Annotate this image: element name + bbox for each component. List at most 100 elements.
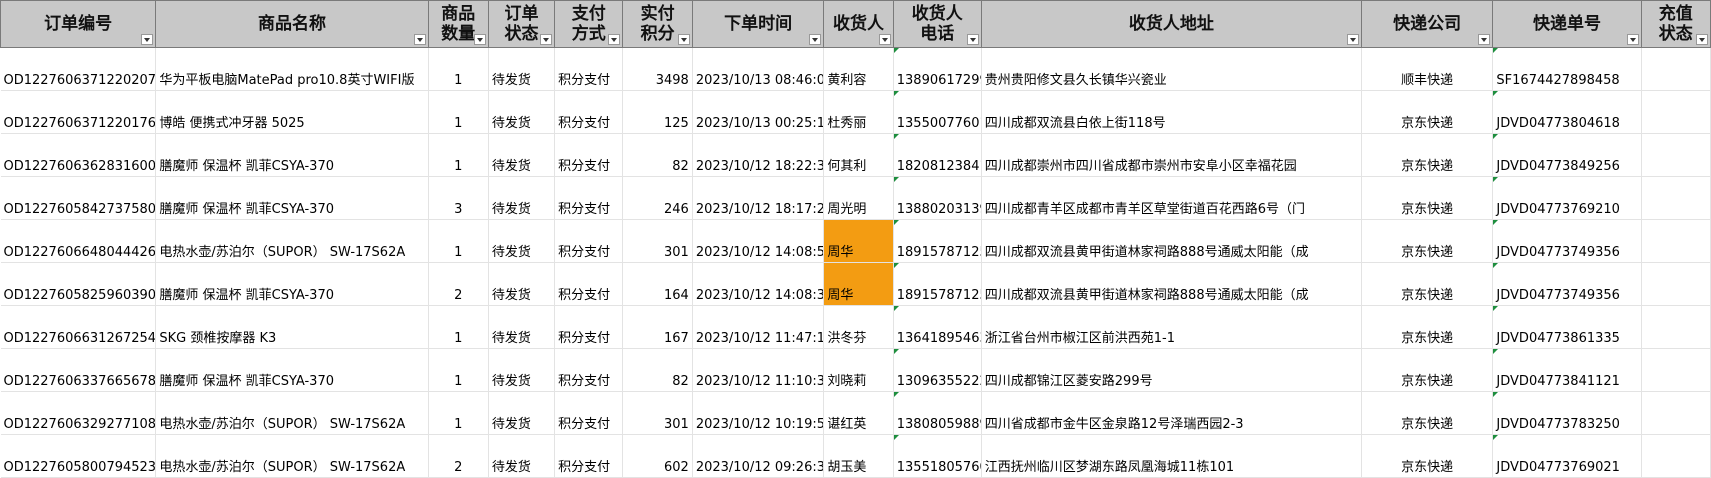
cell-tracking-number[interactable]: JDVD04773769210	[1492, 176, 1642, 220]
column-header-order-id[interactable]: 订单编号	[0, 0, 157, 48]
cell-order-id[interactable]: OD1227606362831600	[0, 133, 157, 177]
column-header-recipient[interactable]: 收货人	[823, 0, 894, 48]
cell-product-name[interactable]: 博皓 便携式冲牙器 5025	[155, 90, 429, 134]
cell-paid-points[interactable]: 164	[622, 262, 693, 306]
cell-order-time[interactable]: 2023/10/12 11:10:36	[692, 348, 825, 392]
cell-recipient-phone[interactable]: 13550077601	[893, 90, 982, 134]
cell-quantity[interactable]: 3	[428, 176, 489, 220]
cell-payment-method[interactable]: 积分支付	[554, 176, 624, 220]
cell-payment-method[interactable]: 积分支付	[554, 47, 624, 91]
cell-order-id[interactable]: OD1227606631267254	[0, 305, 157, 349]
cell-recipient[interactable]: 杜秀丽	[823, 90, 894, 134]
filter-dropdown-icon[interactable]	[878, 34, 891, 45]
cell-quantity[interactable]: 1	[428, 219, 489, 263]
cell-recipient[interactable]: 刘晓莉	[823, 348, 894, 392]
cell-recipient-address[interactable]: 浙江省台州市椒江区前洪西苑1-1	[981, 305, 1362, 349]
cell-tracking-number[interactable]: JDVD04773749356	[1492, 219, 1642, 263]
cell-recipient-phone[interactable]: 18915787125	[893, 219, 982, 263]
cell-courier[interactable]: 京东快递	[1361, 434, 1494, 478]
cell-order-status[interactable]: 待发货	[488, 348, 556, 392]
cell-payment-method[interactable]: 积分支付	[554, 90, 624, 134]
filter-dropdown-icon[interactable]	[677, 34, 690, 45]
cell-order-id[interactable]: OD1227605825960390	[0, 262, 157, 306]
cell-tracking-number[interactable]: JDVD04773783250	[1492, 391, 1642, 435]
cell-courier[interactable]: 京东快递	[1361, 133, 1494, 177]
filter-dropdown-icon[interactable]	[809, 34, 822, 45]
cell-recipient-address[interactable]: 四川成都崇州市四川省成都市崇州市安阜小区幸福花园	[981, 133, 1362, 177]
column-header-courier[interactable]: 快递公司	[1360, 0, 1494, 48]
cell-quantity[interactable]: 1	[428, 348, 489, 392]
cell-recipient-phone[interactable]: 13808059889	[893, 391, 982, 435]
column-header-recharge-status[interactable]: 充值状态	[1640, 0, 1711, 48]
cell-recipient-address[interactable]: 四川成都青羊区成都市青羊区草堂街道百花西路6号（门	[981, 176, 1362, 220]
filter-dropdown-icon[interactable]	[473, 34, 486, 45]
cell-product-name[interactable]: 膳魔师 保温杯 凯菲CSYA-370	[155, 262, 429, 306]
cell-order-id[interactable]: OD1227605800794523	[0, 434, 157, 478]
cell-recipient-phone[interactable]: 13641895463	[893, 305, 982, 349]
cell-recharge-status[interactable]	[1641, 391, 1711, 435]
cell-recipient[interactable]: 黄利容	[823, 47, 894, 91]
filter-dropdown-icon[interactable]	[1478, 34, 1491, 45]
cell-order-time[interactable]: 2023/10/12 14:08:52	[692, 219, 825, 263]
cell-product-name[interactable]: 膳魔师 保温杯 凯菲CSYA-370	[155, 176, 429, 220]
cell-order-status[interactable]: 待发货	[488, 391, 556, 435]
cell-tracking-number[interactable]: JDVD04773769021	[1492, 434, 1642, 478]
column-header-recipient-address[interactable]: 收货人地址	[980, 0, 1362, 48]
cell-order-status[interactable]: 待发货	[488, 133, 556, 177]
cell-courier[interactable]: 京东快递	[1361, 176, 1494, 220]
cell-courier[interactable]: 京东快递	[1361, 219, 1494, 263]
cell-paid-points[interactable]: 3498	[622, 47, 693, 91]
cell-tracking-number[interactable]: JDVD04773849256	[1492, 133, 1642, 177]
cell-recipient[interactable]: 周光明	[823, 176, 894, 220]
cell-recharge-status[interactable]	[1641, 176, 1711, 220]
cell-payment-method[interactable]: 积分支付	[554, 262, 624, 306]
cell-recharge-status[interactable]	[1641, 90, 1711, 134]
cell-payment-method[interactable]: 积分支付	[554, 348, 624, 392]
cell-recipient-phone[interactable]: 13880203139	[893, 176, 982, 220]
cell-courier[interactable]: 京东快递	[1361, 305, 1494, 349]
cell-quantity[interactable]: 1	[428, 47, 489, 91]
cell-order-status[interactable]: 待发货	[488, 176, 556, 220]
cell-order-status[interactable]: 待发货	[488, 434, 556, 478]
cell-recipient[interactable]: 何其利	[823, 133, 894, 177]
column-header-tracking-number[interactable]: 快递单号	[1492, 0, 1642, 48]
cell-order-id[interactable]: OD1227606329277108	[0, 391, 157, 435]
cell-recipient-phone[interactable]: 13551805760	[893, 434, 982, 478]
cell-recipient-address[interactable]: 四川成都双流县黄甲街道林家祠路888号通威太阳能（成	[981, 262, 1362, 306]
filter-dropdown-icon[interactable]	[1346, 34, 1359, 45]
cell-recharge-status[interactable]	[1641, 47, 1711, 91]
column-header-order-time[interactable]: 下单时间	[691, 0, 825, 48]
cell-recipient[interactable]: 胡玉美	[823, 434, 894, 478]
column-header-paid-points[interactable]: 实付积分	[622, 0, 693, 48]
cell-order-time[interactable]: 2023/10/13 08:46:07	[692, 47, 825, 91]
cell-recipient[interactable]: 周华	[823, 262, 894, 306]
cell-payment-method[interactable]: 积分支付	[554, 305, 624, 349]
cell-order-id[interactable]: OD1227606648044426	[0, 219, 157, 263]
cell-order-time[interactable]: 2023/10/12 11:47:14	[692, 305, 825, 349]
cell-recipient-phone[interactable]: 18915787125	[893, 262, 982, 306]
cell-payment-method[interactable]: 积分支付	[554, 133, 624, 177]
cell-order-status[interactable]: 待发货	[488, 47, 556, 91]
cell-paid-points[interactable]: 125	[622, 90, 693, 134]
cell-quantity[interactable]: 2	[428, 262, 489, 306]
cell-recipient[interactable]: 谌红英	[823, 391, 894, 435]
cell-recipient-address[interactable]: 江西抚州临川区梦湖东路凤凰海城11栋101	[981, 434, 1362, 478]
cell-payment-method[interactable]: 积分支付	[554, 219, 624, 263]
column-header-product-name[interactable]: 商品名称	[155, 0, 429, 48]
cell-paid-points[interactable]: 82	[622, 133, 693, 177]
cell-courier[interactable]: 京东快递	[1361, 348, 1494, 392]
cell-order-time[interactable]: 2023/10/12 09:26:37	[692, 434, 825, 478]
column-header-payment-method[interactable]: 支付方式	[554, 0, 624, 48]
cell-product-name[interactable]: 膳魔师 保温杯 凯菲CSYA-370	[155, 133, 429, 177]
cell-recipient-address[interactable]: 四川成都双流县黄甲街道林家祠路888号通威太阳能（成	[981, 219, 1362, 263]
column-header-quantity[interactable]: 商品数量	[427, 0, 489, 48]
filter-dropdown-icon[interactable]	[413, 34, 426, 45]
cell-order-id[interactable]: OD1227605842737580	[0, 176, 157, 220]
cell-paid-points[interactable]: 301	[622, 391, 693, 435]
cell-order-id[interactable]: OD1227606337665678	[0, 348, 157, 392]
cell-quantity[interactable]: 1	[428, 391, 489, 435]
cell-courier[interactable]: 京东快递	[1361, 262, 1494, 306]
cell-paid-points[interactable]: 246	[622, 176, 693, 220]
filter-dropdown-icon[interactable]	[608, 34, 621, 45]
cell-product-name[interactable]: 电热水壶/苏泊尔（SUPOR） SW-17S62A	[155, 434, 429, 478]
